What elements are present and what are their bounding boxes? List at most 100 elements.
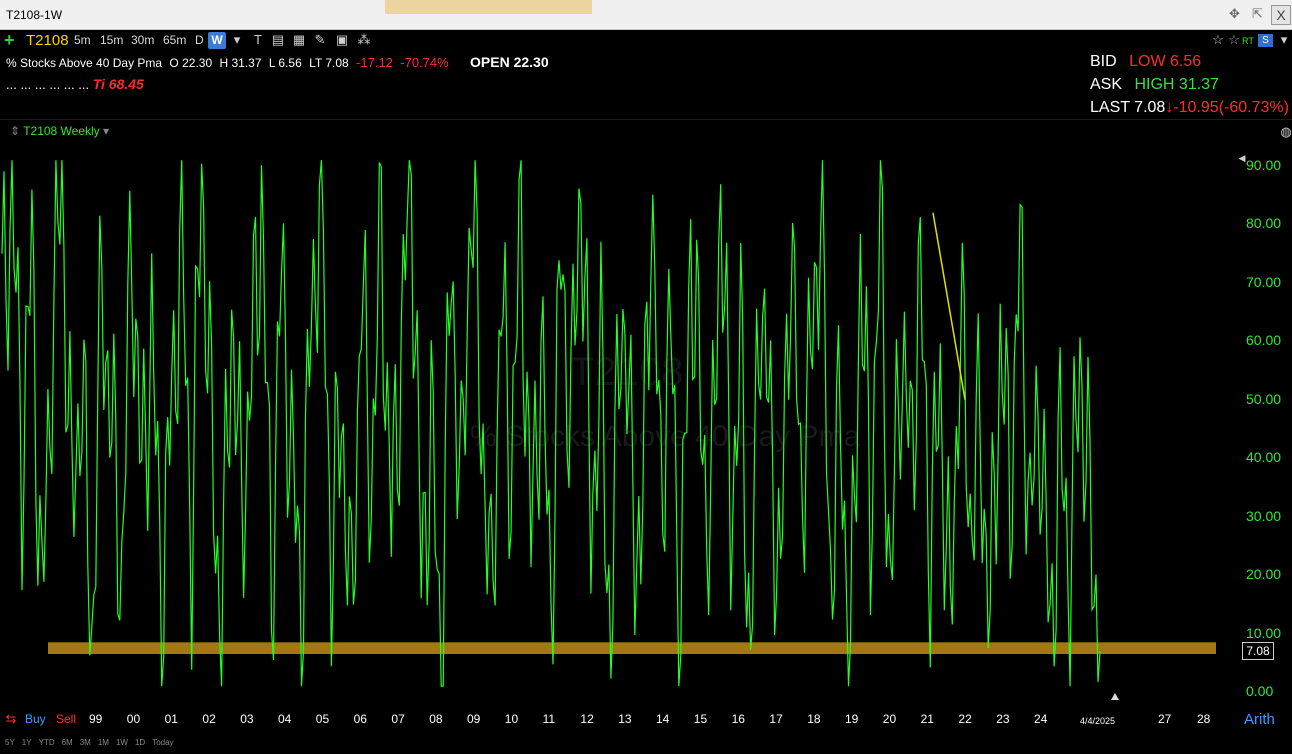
x-tick-label: 01 [164,712,178,726]
x-tick-label: 17 [769,712,783,726]
low-value: L 6.56 [268,56,302,70]
y-tick-label: 80.00 [1246,215,1282,232]
y-tick-label: 10.00 [1246,624,1282,641]
settings-icon[interactable]: ◍ [1278,124,1292,140]
x-tick-label: 08 [429,712,443,726]
x-tick-label: 99 [89,712,103,726]
range-button[interactable]: 3M [80,738,91,747]
x-tick-label: 21 [920,712,934,726]
series-line [1,160,1101,687]
ask-value: HIGH 31.37 [1134,76,1219,93]
buy-button[interactable]: Buy [25,712,46,726]
range-button[interactable]: 6M [62,738,73,747]
range-button[interactable]: 1Y [22,738,32,747]
bid-row: BID LOW 6.56 [1090,53,1201,71]
interval-d[interactable]: D [195,33,204,47]
x-tick-label: 27 [1158,712,1172,726]
current-price-box: 7.08 [1242,642,1274,660]
x-tick-label: 00 [126,712,141,726]
range-button[interactable]: Today [152,738,173,747]
scroll-up-icon[interactable]: ◀ [1234,150,1250,166]
high-value: H 31.37 [219,56,262,70]
dropdown-icon[interactable]: ▾ [229,32,245,48]
highlight-band[interactable] [48,642,1216,655]
x-tick-label: 16 [731,712,745,726]
last-value: LT 7.08 [309,56,349,70]
ask-label: ASK [1090,76,1123,93]
last-row: LAST 7.08↓-10.95(-60.73%) [1090,99,1289,117]
range-button[interactable]: 1W [116,738,128,747]
bid-value: LOW 6.56 [1129,53,1202,70]
text-tool-icon[interactable]: T [250,32,266,48]
x-tick-label: 02 [202,712,216,726]
x-tick-label: 07 [391,712,405,726]
range-button[interactable]: 1D [135,738,145,747]
share-icon[interactable]: ⁂ [356,32,372,48]
popout-icon[interactable]: ⇱ [1252,6,1263,22]
change-pct: -70.74% [400,55,449,70]
add-icon[interactable]: + [4,31,15,49]
ask-row: ASK HIGH 31.37 [1090,76,1219,94]
indicator-icon[interactable]: ▤ [270,32,286,48]
x-tick-label: 04 [278,712,292,726]
y-tick-label: 70.00 [1246,273,1282,290]
x-tick-label: 19 [845,712,859,726]
scroll-down-icon[interactable]: ▾ [1276,32,1292,48]
open-value: O 22.30 [169,56,213,70]
y-tick-label: 40.00 [1246,449,1282,466]
y-tick-label: 60.00 [1246,332,1282,349]
x-tick-label: 05 [315,712,330,726]
grid-icon[interactable]: ▦ [291,32,307,48]
x-axis-bar: ⇆ Buy Sell Arith 99 00 01 02 03 04 05 06 07 08 09 1… [0,708,1292,732]
range-button[interactable]: 1M [98,738,109,747]
x-tick-label: 24 [1034,712,1048,726]
y-tick-label: 30.00 [1246,507,1282,524]
bid-label: BID [1090,53,1117,70]
template-icon[interactable]: ▣ [334,32,350,48]
change-value: -17.12 [356,55,393,70]
symbol-label[interactable]: T2108 [26,32,69,49]
chart-toolbar: + T2108 5m 15m 30m 65m D W ▾ T ▤ ▦ ✎ ▣ ⁂… [0,30,1292,52]
interval-30m[interactable]: 30m [131,33,154,47]
rt-label: RT [1242,36,1254,46]
drag-handle[interactable] [385,0,592,14]
x-tick-label: 13 [618,712,632,726]
y-tick-label: 20.00 [1246,566,1282,583]
close-button[interactable]: X [1271,5,1291,25]
x-tick-label: 23 [996,712,1010,726]
y-tick-label: 50.00 [1246,390,1282,407]
interval-w-active[interactable]: W [208,32,226,49]
move-icon[interactable]: ✥ [1229,6,1240,22]
last-label: LAST 7.08 [1090,99,1166,116]
y-tick-label: 90.00 [1246,157,1282,173]
x-tick-label: 03 [240,712,254,726]
last-pct: (-60.73%) [1218,99,1289,116]
x-tick-label: 15 [693,712,708,726]
open-label: OPEN 22.30 [470,54,549,70]
x-tick-label: 18 [807,712,821,726]
sync-icon[interactable]: S [1258,34,1273,47]
star-icon[interactable]: ☆ [1210,32,1226,48]
sell-button[interactable]: Sell [56,712,76,726]
trendline[interactable] [932,212,966,400]
y-axis[interactable]: 90.00 80.00 70.00 60.00 50.00 40.00 30.00 20.00… [1236,140,1292,710]
price-info: % Stocks Above 40 Day Pma O 22.30 H 31.3… [6,54,553,70]
pencil-icon[interactable]: ✎ [312,32,328,48]
interval-5m[interactable]: 5m [74,33,91,47]
interval-65m[interactable]: 65m [163,33,186,47]
range-selector: 5Y 1Y YTD 6M 3M 1M 1W 1D Today [5,738,181,747]
y-tick-label: 0.00 [1246,683,1274,699]
x-tick-label: 20 [882,712,897,726]
range-button[interactable]: 5Y [5,738,15,747]
scroll-marker[interactable] [1111,693,1119,700]
price-chart[interactable] [0,120,1236,710]
scale-mode[interactable]: Arith [1244,711,1275,728]
interval-15m[interactable]: 15m [100,33,123,47]
x-tick-label: 28 [1197,712,1211,726]
star-outline-icon[interactable]: ☆ [1226,32,1242,48]
trade-icon[interactable]: ⇆ [3,711,19,727]
range-button[interactable]: YTD [39,738,55,747]
x-tick-label: 11 [542,712,556,726]
x-tick-label: 14 [656,712,670,726]
indicator-values: ... ... ... ... ... ... Ti 68.45 [6,76,144,92]
